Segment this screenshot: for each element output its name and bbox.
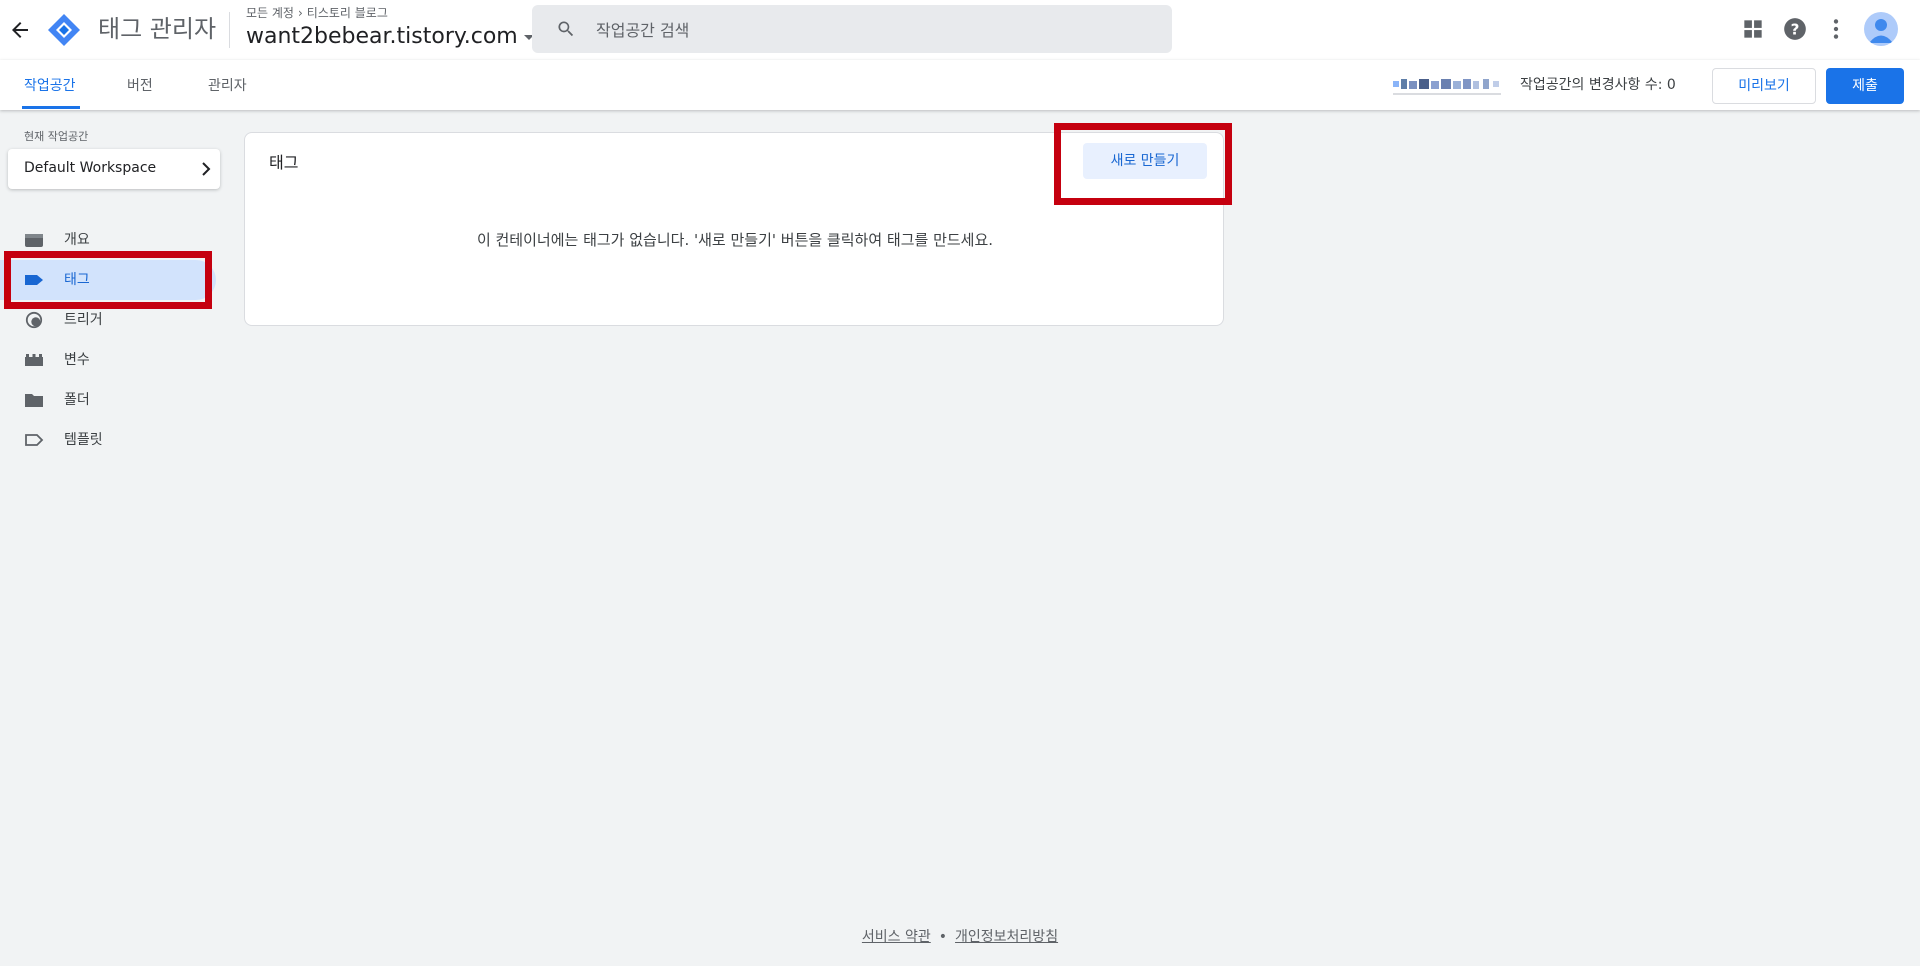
redacted-workspace-id-image	[1393, 79, 1501, 95]
active-tab-indicator	[22, 106, 80, 109]
search-input[interactable]	[594, 5, 1158, 55]
breadcrumb-separator: ›	[297, 6, 303, 20]
header-divider	[229, 12, 230, 48]
top-bar: 태그 관리자 모든 계정 › 티스토리 블로그 want2bebear.tistor…	[0, 0, 1920, 61]
sidebar-item-templates[interactable]: 템플릿	[0, 420, 216, 460]
folder-icon	[25, 394, 43, 407]
sidebar-item-label: 트리거	[64, 312, 103, 328]
sidebar-item-label: 템플릿	[64, 432, 103, 448]
template-icon	[25, 434, 44, 446]
apps-grid-icon[interactable]	[1740, 16, 1766, 42]
variable-icon	[25, 354, 43, 366]
submit-button[interactable]: 제출	[1826, 68, 1904, 104]
chevron-right-icon	[202, 162, 211, 176]
avatar-person-icon	[1869, 19, 1893, 43]
sidebar-item-label: 폴더	[64, 392, 90, 408]
tab-versions[interactable]: 버전	[127, 76, 153, 96]
trigger-icon	[25, 311, 43, 329]
card-title: 태그	[269, 153, 299, 172]
tab-admin[interactable]: 관리자	[208, 76, 247, 96]
sidebar-item-folders[interactable]: 폴더	[0, 380, 216, 420]
help-icon[interactable]: ?	[1782, 16, 1808, 42]
sidebar-item-variables[interactable]: 변수	[0, 340, 216, 380]
sidebar-item-label: 변수	[64, 352, 90, 368]
workspace-selector[interactable]: Default Workspace	[8, 149, 220, 189]
breadcrumb[interactable]: 모든 계정 › 티스토리 블로그	[246, 5, 388, 21]
highlight-box-new-button	[1054, 123, 1232, 205]
empty-state-message: 이 컨테이너에는 태그가 없습니다. '새로 만들기' 버튼을 클릭하여 태그를…	[476, 231, 994, 249]
sidebar-item-label: 개요	[64, 232, 90, 248]
footer-separator: •	[938, 929, 948, 945]
tag-manager-logo-icon	[48, 14, 80, 46]
search-icon	[558, 21, 574, 37]
highlight-box-tags	[4, 251, 212, 309]
overview-icon	[25, 234, 43, 247]
tab-workspace[interactable]: 작업공간	[24, 76, 76, 96]
terms-link[interactable]: 서비스 약관	[862, 929, 931, 945]
privacy-link[interactable]: 개인정보처리방침	[955, 929, 1058, 945]
search-box[interactable]	[532, 5, 1172, 55]
preview-button[interactable]: 미리보기	[1712, 68, 1816, 104]
more-vert-icon[interactable]	[1823, 16, 1849, 42]
container-name: want2bebear.tistory.com	[246, 24, 518, 49]
breadcrumb-account[interactable]: 티스토리 블로그	[307, 6, 388, 20]
breadcrumb-accounts[interactable]: 모든 계정	[246, 6, 294, 20]
app-title: 태그 관리자	[98, 15, 217, 43]
container-selector[interactable]: want2bebear.tistory.com	[246, 22, 534, 52]
back-arrow-icon[interactable]	[8, 18, 32, 42]
workspace-name: Default Workspace	[24, 160, 157, 176]
workspace-changes-count: 작업공간의 변경사항 수: 0	[1520, 77, 1676, 93]
svg-text:?: ?	[1791, 20, 1800, 38]
current-workspace-label: 현재 작업공간	[24, 130, 89, 143]
footer: 서비스 약관 • 개인정보처리방침	[0, 926, 1920, 946]
account-avatar[interactable]	[1864, 12, 1898, 46]
